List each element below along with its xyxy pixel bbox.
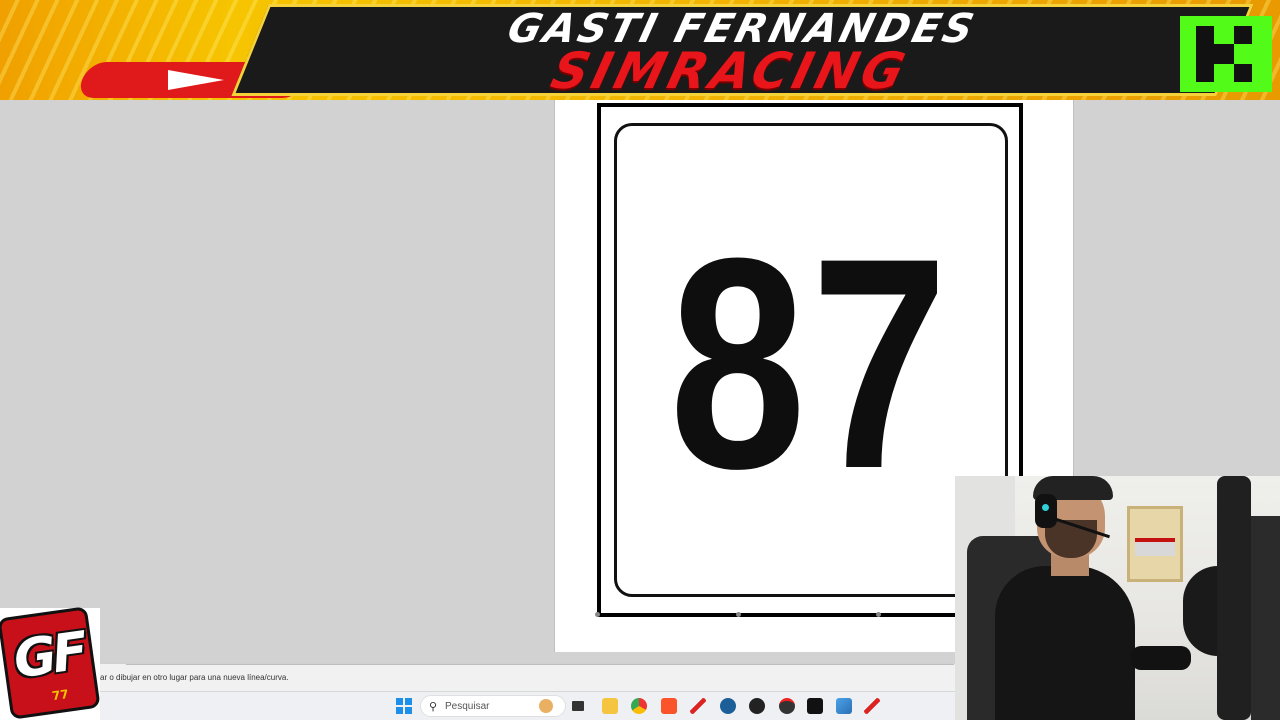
selection-handle[interactable] — [876, 612, 881, 617]
poster-car — [1135, 538, 1175, 556]
chrome-icon[interactable] — [631, 698, 647, 714]
webcam-overlay — [955, 476, 1280, 720]
logo-number: 77 — [51, 686, 70, 704]
selection-handle[interactable] — [736, 612, 741, 617]
obs-icon[interactable] — [749, 698, 765, 714]
status-bar: ar o dibujar en otro lugar para una nuev… — [100, 663, 955, 691]
search-placeholder: Pesquisar — [445, 701, 490, 712]
headset-icon — [1035, 494, 1057, 528]
pen-app-icon[interactable] — [690, 698, 706, 714]
streamer-torso — [995, 566, 1135, 720]
windows-taskbar: ⚲ Pesquisar — [100, 691, 955, 720]
paint-icon[interactable] — [836, 698, 852, 714]
terminal-icon[interactable] — [807, 698, 823, 714]
app-icon[interactable] — [779, 698, 795, 714]
youtube-play-icon — [168, 70, 224, 90]
pen-app-2-icon[interactable] — [864, 698, 880, 714]
channel-logo: GF 77 — [0, 606, 101, 720]
steam-icon[interactable] — [720, 698, 736, 714]
search-icon: ⚲ — [429, 701, 438, 713]
file-explorer-icon[interactable] — [602, 698, 618, 714]
brave-icon[interactable] — [661, 698, 677, 714]
stream-banner: GASTI FERNANDES SIMRACING — [0, 0, 1280, 100]
sim-rig — [1217, 476, 1251, 720]
task-view-icon[interactable] — [572, 701, 584, 711]
windows-start-icon[interactable] — [396, 698, 412, 714]
selection-handle[interactable] — [595, 612, 600, 617]
kick-logo-icon — [1180, 16, 1272, 92]
banner-title-line2: SIMRACING — [545, 42, 915, 100]
status-divider — [126, 664, 954, 665]
status-hint-text: ar o dibujar en otro lugar para una nuev… — [100, 673, 289, 682]
race-number: 87 — [669, 195, 953, 531]
cat-icon[interactable] — [539, 699, 553, 713]
logo-text: GF — [10, 621, 88, 691]
